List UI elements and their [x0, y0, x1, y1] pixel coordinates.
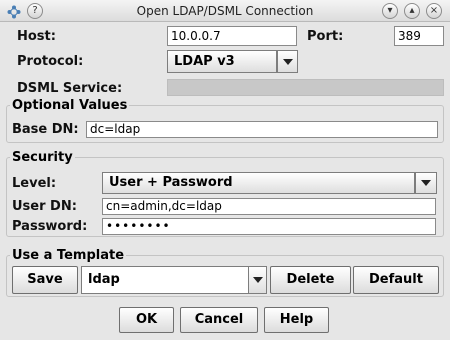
help-button[interactable]: Help [264, 307, 329, 333]
cancel-button[interactable]: Cancel [180, 307, 258, 333]
delete-template-button[interactable]: Delete [270, 266, 351, 294]
user-dn-label: User DN: [12, 199, 77, 214]
level-label: Level: [12, 176, 57, 191]
protocol-label: Protocol: [17, 54, 84, 69]
dsml-service-label: DSML Service: [17, 81, 123, 96]
chevron-down-icon[interactable]: ▾ [382, 3, 398, 19]
password-input[interactable]: •••••••• [102, 218, 436, 235]
security-level-select[interactable]: User + Password [102, 172, 415, 194]
port-label: Port: [307, 29, 344, 44]
chevron-up-icon[interactable]: ▴ [404, 3, 420, 19]
dsml-service-input [167, 79, 444, 96]
host-label: Host: [17, 29, 56, 44]
save-template-button[interactable]: Save [12, 266, 78, 294]
template-title: Use a Template [10, 248, 127, 264]
password-label: Password: [12, 219, 88, 234]
optional-values-title: Optional Values [10, 98, 130, 114]
port-input[interactable]: 389 [394, 26, 444, 46]
base-dn-input[interactable]: dc=ldap [86, 121, 438, 138]
protocol-select[interactable]: LDAP v3 [167, 50, 277, 73]
user-dn-input[interactable]: cn=admin,dc=ldap [102, 198, 436, 215]
base-dn-label: Base DN: [12, 122, 79, 137]
protocol-dropdown-button[interactable] [277, 50, 298, 73]
ok-button[interactable]: OK [119, 307, 174, 333]
close-icon[interactable]: × [426, 3, 442, 19]
host-input[interactable]: 10.0.0.7 [167, 26, 297, 46]
security-title: Security [10, 150, 75, 166]
template-select[interactable]: ldap [81, 266, 249, 294]
default-template-button[interactable]: Default [353, 266, 439, 294]
template-dropdown-button[interactable] [248, 266, 267, 294]
security-level-dropdown-button[interactable] [415, 172, 437, 194]
